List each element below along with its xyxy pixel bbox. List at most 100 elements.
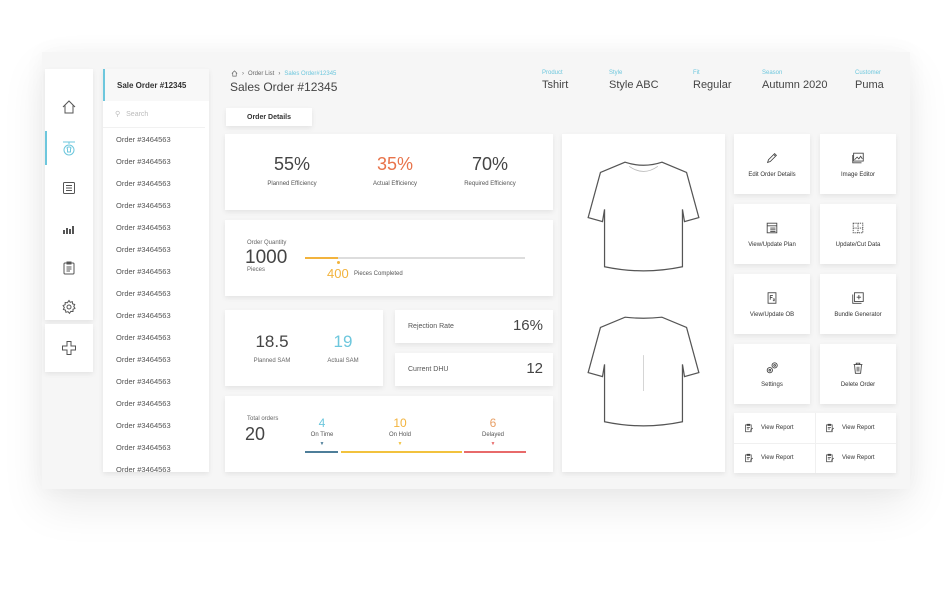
tshirt-front-image	[587, 161, 700, 272]
required-efficiency-value: 70%	[471, 154, 509, 174]
segment-on-hold: 10 On Hold ▼	[380, 416, 420, 447]
order-list-item[interactable]: Order #3464563	[103, 458, 209, 473]
order-search-input[interactable]: ⚲ Search	[103, 101, 205, 128]
view-update-ob-button[interactable]: View/Update OB	[734, 274, 810, 334]
on-hold-marker-icon: ▼	[397, 441, 403, 447]
order-list-item[interactable]: Order #3464563	[103, 260, 209, 282]
segment-on-time: 4 On Time ▼	[307, 416, 337, 447]
order-quantity-label: Order Quantity	[247, 240, 287, 246]
view-report-label: View Report	[761, 455, 794, 461]
order-list-panel: Sale Order #12345 ⚲ Search Order #346456…	[103, 69, 209, 472]
tab-order-details[interactable]: Order Details	[226, 108, 312, 126]
home-icon[interactable]	[231, 70, 238, 77]
delayed-marker-icon: ▼	[490, 441, 496, 447]
report-icon	[745, 453, 754, 463]
order-list-item[interactable]: Order #3464563	[103, 348, 209, 370]
breadcrumb-order-list[interactable]: Order List	[248, 71, 274, 77]
planned-sam: 18.5 Planned SAM	[237, 332, 307, 364]
planned-sam-label: Planned SAM	[253, 358, 291, 364]
bundle-icon	[852, 291, 864, 304]
order-list-item[interactable]: Order #3464563	[103, 172, 209, 194]
delete-order-button[interactable]: Delete Order	[820, 344, 896, 404]
nav-list[interactable]	[45, 171, 93, 205]
plus-icon	[62, 341, 76, 355]
action-label: Update/Cut Data	[835, 241, 881, 248]
nav-settings[interactable]	[45, 290, 93, 324]
page-title: Sales Order #12345	[230, 80, 338, 94]
progress-fill	[305, 257, 338, 259]
delayed-value: 6	[489, 416, 497, 430]
on-time-marker-icon: ▼	[319, 441, 325, 447]
garment-icon	[63, 141, 75, 156]
meta-label: Season	[762, 70, 783, 76]
efficiency-card: 55% Planned Efficiency 35% Actual Effici…	[225, 134, 553, 210]
order-list-item[interactable]: Order #3464563	[103, 392, 209, 414]
nav-orders[interactable]	[45, 131, 93, 165]
garment-images[interactable]	[562, 134, 725, 472]
meta-label: Customer	[855, 70, 882, 76]
rejection-rate-value: 16%	[512, 317, 543, 334]
trash-icon	[853, 362, 863, 374]
order-list-item[interactable]: Order #3464563	[103, 216, 209, 238]
order-quantity-unit: Pieces	[247, 267, 266, 273]
total-orders-value: 20	[245, 424, 266, 444]
meta-value: Style ABC	[609, 79, 659, 91]
action-label: View/Update OB	[749, 311, 795, 318]
update-cut-data-button[interactable]: Update/Cut Data	[820, 204, 896, 264]
progress-bar	[305, 257, 525, 264]
cut-data-icon	[852, 222, 864, 233]
breadcrumb-current: Sales Order#12345	[284, 70, 337, 77]
action-label: Edit Order Details	[748, 171, 796, 178]
breadcrumb-separator: ›	[278, 70, 281, 77]
report-icon	[826, 423, 835, 433]
image-editor-button[interactable]: Image Editor	[820, 134, 896, 194]
current-dhu-card: Current DHU 12	[395, 353, 553, 386]
action-label: Bundle Generator	[834, 311, 882, 318]
view-update-plan-button[interactable]: View/Update Plan	[734, 204, 810, 264]
settings-button[interactable]: Settings	[734, 344, 810, 404]
view-report-button[interactable]: View Report	[815, 443, 896, 473]
bar-chart-icon	[63, 226, 74, 234]
nav-reports[interactable]	[45, 211, 93, 245]
order-list-item[interactable]: Order #3464563	[103, 282, 209, 304]
add-button[interactable]	[45, 324, 93, 372]
gears-icon	[766, 361, 778, 373]
view-report-button[interactable]: View Report	[734, 413, 815, 443]
view-report-button[interactable]: View Report	[734, 443, 815, 473]
view-report-button[interactable]: View Report	[815, 413, 896, 443]
order-list-item[interactable]: Order #3464563	[103, 238, 209, 260]
nav-home[interactable]	[45, 90, 93, 124]
bundle-generator-button[interactable]: Bundle Generator	[820, 274, 896, 334]
progress-marker	[336, 261, 340, 264]
order-list-item[interactable]: Order #3464563	[103, 326, 209, 348]
actual-efficiency: 35% Actual Efficiency	[345, 154, 445, 187]
order-list-item[interactable]: Order #3464563	[103, 304, 209, 326]
actual-efficiency-value: 35%	[376, 154, 414, 174]
pieces-completed-label: Pieces Completed	[354, 271, 403, 277]
view-report-label: View Report	[842, 455, 875, 461]
order-list-item[interactable]: Order #3464563	[103, 194, 209, 216]
on-hold-bar	[341, 451, 462, 453]
meta-fit: Fit Regular	[693, 70, 732, 91]
on-hold-value: 10	[393, 416, 407, 430]
action-label: Delete Order	[840, 381, 876, 388]
order-quantity-value: 1000	[245, 247, 288, 268]
order-list-item[interactable]: Order #3464563	[103, 128, 209, 150]
planned-efficiency: 55% Planned Efficiency	[242, 154, 342, 187]
order-list-item[interactable]: Order #3464563	[103, 370, 209, 392]
order-list-item[interactable]: Order #3464563	[103, 436, 209, 458]
sam-card: 18.5 Planned SAM 19 Actual SAM	[225, 310, 383, 386]
view-report-label: View Report	[842, 425, 875, 431]
order-list-item[interactable]: Order #3464563	[103, 414, 209, 436]
action-label: Settings	[761, 381, 783, 388]
gear-icon	[62, 299, 76, 315]
side-nav	[45, 69, 93, 320]
breadcrumb: › Order List › Sales Order#12345	[231, 70, 336, 77]
order-list-item[interactable]: Order #3464563	[103, 150, 209, 172]
meta-label: Style	[609, 70, 623, 76]
nav-clipboard[interactable]	[45, 251, 93, 285]
meta-label: Product	[542, 70, 563, 76]
plan-icon	[766, 222, 778, 233]
edit-order-details-button[interactable]: Edit Order Details	[734, 134, 810, 194]
action-label: Image Editor	[840, 171, 876, 178]
